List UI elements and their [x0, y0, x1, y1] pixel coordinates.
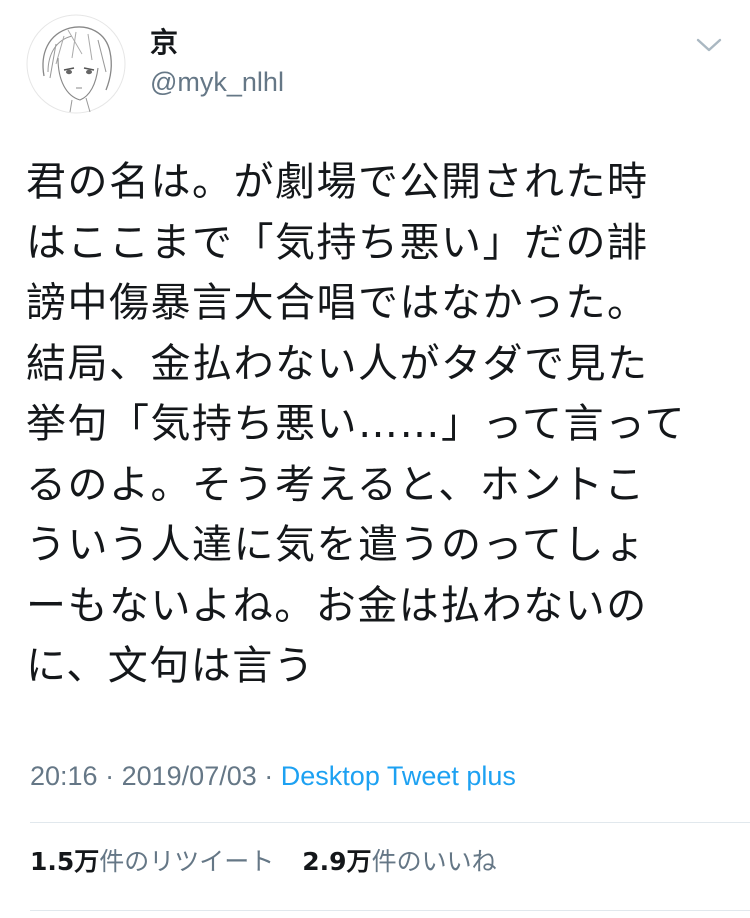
meta-separator: · [264, 761, 274, 791]
likes-stat[interactable]: 2.9万件のいいね [302, 845, 496, 879]
retweets-stat[interactable]: 1.5万件のリツイート [30, 845, 274, 879]
retweets-label: 件のリツイート [99, 847, 275, 876]
retweets-count: 1.5万 [30, 847, 100, 876]
tweet-stats: 1.5万件のリツイート 2.9万件のいいね [30, 845, 517, 879]
divider [30, 910, 750, 911]
display-name[interactable]: 京 [150, 26, 178, 60]
tweet-text-line: ーもないよね。お金は払わないの [26, 582, 648, 629]
avatar[interactable] [26, 14, 126, 114]
tweet-text: 君の名は。が劇場で公開された時 はここまで「気持ち悪い」だの誹 謗中傷暴言大合唱… [26, 152, 716, 697]
avatar-sketch-image [26, 14, 126, 114]
tweet-text-line: はここまで「気持ち悪い」だの誹 [26, 219, 649, 266]
tweet-text-line: るのよ。そう考えると、ホントこ [26, 461, 646, 508]
user-handle[interactable]: @myk_nlhl [150, 66, 284, 98]
tweet-detail: 京 @myk_nlhl 君の名は。が劇場で公開された時 はここまで「気持ち悪い」… [0, 0, 750, 918]
chevron-down-icon[interactable] [694, 30, 724, 60]
tweet-header: 京 @myk_nlhl [0, 0, 750, 130]
tweet-text-line: 謗中傷暴言大合唱ではなかった。 [26, 280, 649, 326]
meta-separator: · [105, 761, 115, 791]
tweet-text-line: 挙句「気持ち悪い……」って言って [26, 401, 686, 447]
likes-count: 2.9万 [302, 847, 372, 876]
likes-label: 件のいいね [371, 847, 497, 876]
tweet-text-line: 君の名は。が劇場で公開された時 [26, 159, 649, 205]
tweet-text-line: に、文句は言う [26, 643, 316, 689]
tweet-meta: 20:16 · 2019/07/03 · Desktop Tweet plus [30, 758, 516, 794]
tweet-source-link[interactable]: Desktop Tweet plus [281, 761, 516, 791]
divider [30, 822, 750, 823]
tweet-text-line: 結局、金払わない人がタダで見た [26, 340, 649, 387]
tweet-text-line: ういう人達に気を遣うのってしょ [26, 522, 647, 568]
tweet-time: 20:16 [30, 761, 98, 791]
tweet-date: 2019/07/03 [121, 761, 257, 791]
